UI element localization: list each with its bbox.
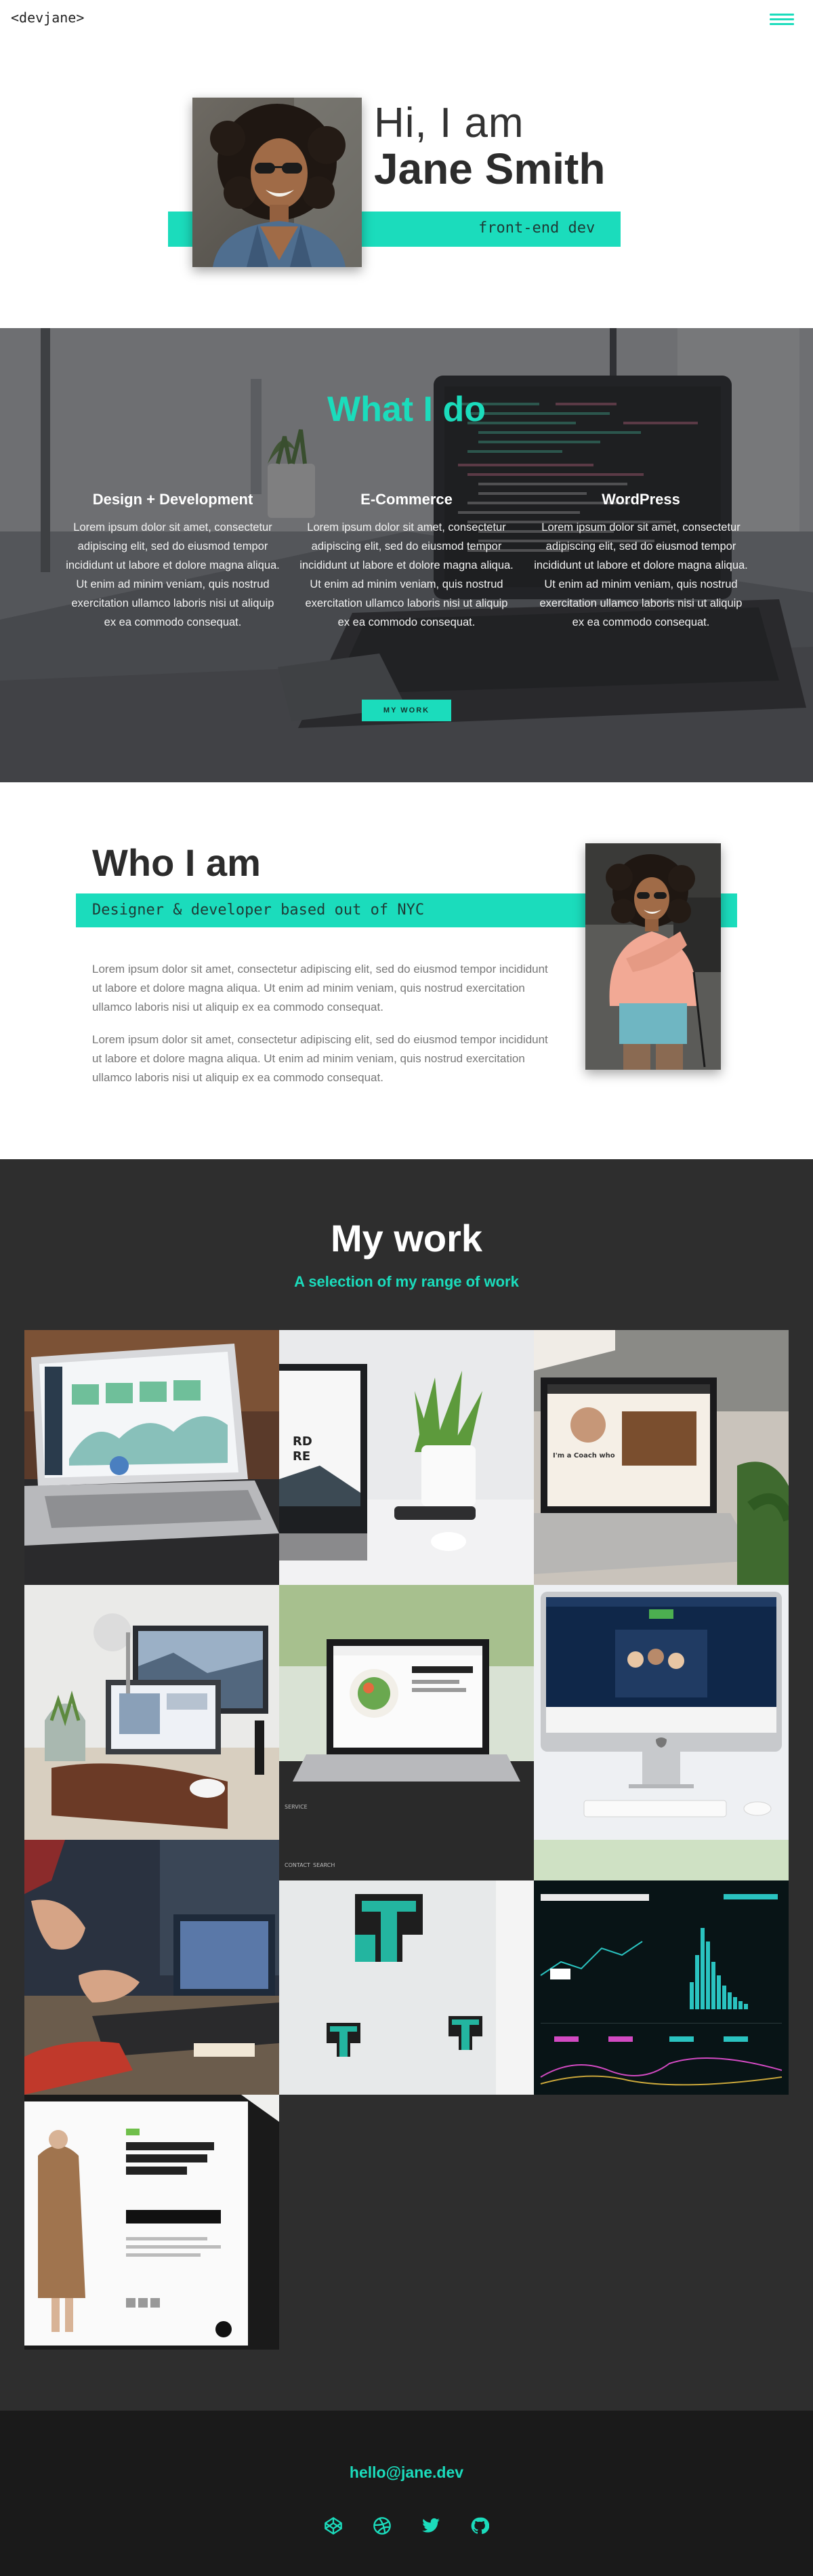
service-title: Design + Development	[92, 491, 253, 508]
site-footer: hello@jane.dev	[0, 2411, 813, 2576]
hero-section: Hi, I am Jane Smith front-end dev	[0, 41, 813, 328]
portfolio-tile[interactable]	[534, 1585, 789, 1840]
site-header: <devjane>	[0, 0, 813, 41]
hero-role: front-end dev	[478, 220, 596, 237]
portfolio-tile[interactable]	[24, 1585, 279, 1840]
service-description: Lorem ipsum dolor sit amet, consectetur …	[534, 521, 748, 628]
service-description: Lorem ipsum dolor sit amet, consectetur …	[299, 521, 514, 628]
service-ecommerce: E-Commerce Lorem ipsum dolor sit amet, c…	[298, 491, 515, 632]
svg-text:SEARCH: SEARCH	[313, 1862, 335, 1868]
hero-name: Jane Smith	[374, 144, 606, 193]
site-logo[interactable]: <devjane>	[11, 9, 84, 26]
portfolio-tile[interactable]	[24, 2095, 279, 2350]
twitter-icon[interactable]	[421, 2516, 440, 2535]
about-title: Who I am	[92, 841, 261, 884]
about-section: Who I am Designer & developer based out …	[0, 782, 813, 1159]
portfolio-tile[interactable]: CONTACT SEARCH	[279, 1840, 534, 2095]
about-tagline: Designer & developer based out of NYC	[92, 902, 425, 919]
service-title: E-Commerce	[360, 491, 453, 508]
portfolio-tile[interactable]: I'm a Coach who	[534, 1330, 789, 1585]
service-title: WordPress	[602, 491, 680, 508]
svg-text:CONTACT: CONTACT	[285, 1862, 310, 1868]
svg-text:RD: RD	[293, 1434, 312, 1449]
services-section: What I do Design + Development Lorem ips…	[0, 328, 813, 782]
portfolio-tile[interactable]	[534, 1840, 789, 2095]
codepen-icon[interactable]	[324, 2516, 343, 2535]
work-section: My work A selection of my range of work …	[0, 1159, 813, 2411]
portfolio-tile[interactable]	[24, 1330, 279, 1585]
svg-text:I'm a Coach who: I'm a Coach who	[553, 1452, 615, 1460]
portfolio-tile[interactable]: RD RE	[279, 1330, 534, 1585]
svg-text:RE: RE	[293, 1449, 310, 1464]
footer-email-link[interactable]: hello@jane.dev	[0, 2463, 813, 2482]
portfolio-tile[interactable]	[24, 1840, 279, 2095]
about-paragraph: Lorem ipsum dolor sit amet, consectetur …	[92, 963, 548, 1013]
hero-profile-photo	[192, 98, 362, 267]
about-paragraph: Lorem ipsum dolor sit amet, consectetur …	[92, 1033, 548, 1084]
service-design-development: Design + Development Lorem ipsum dolor s…	[64, 491, 281, 632]
portfolio-tile[interactable]: SERVICE	[279, 1585, 534, 1840]
work-subtitle: A selection of my range of work	[294, 1273, 519, 1290]
about-profile-photo	[585, 843, 721, 1070]
service-wordpress: WordPress Lorem ipsum dolor sit amet, co…	[533, 491, 749, 632]
hero-greeting: Hi, I am	[374, 100, 524, 146]
github-icon[interactable]	[470, 2516, 490, 2535]
service-description: Lorem ipsum dolor sit amet, consectetur …	[66, 521, 280, 628]
services-title: What I do	[327, 390, 486, 429]
svg-text:SERVICE: SERVICE	[285, 1804, 308, 1810]
work-title: My work	[330, 1217, 483, 1260]
dribbble-icon[interactable]	[373, 2516, 392, 2535]
my-work-button[interactable]: MY WORK	[362, 700, 451, 721]
hamburger-menu-icon[interactable]	[770, 12, 794, 27]
